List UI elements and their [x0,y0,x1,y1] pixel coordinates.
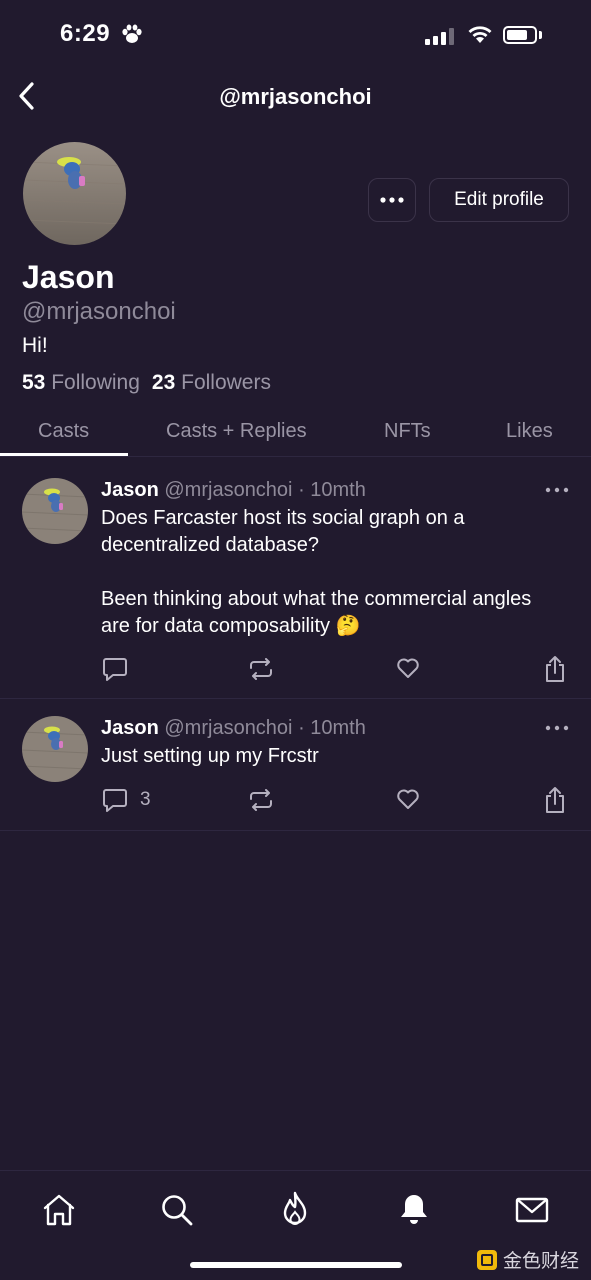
post-more-icon[interactable] [545,725,569,731]
post-text-line: decentralized database? [101,534,319,556]
tab-nfts[interactable]: NFTs [384,420,431,443]
profile-handle: @mrjasonchoi [22,298,176,325]
post-text-line: Just setting up my Frcstr [101,745,319,767]
followers-count: 23 [151,371,176,394]
battery-icon [503,26,537,44]
post-age: · 10mth [298,479,366,501]
following-count: 53 [22,371,46,394]
post-text-line: Been thinking about what the commercial … [101,588,532,610]
follow-stats: 53 Following 23 Followers [22,371,271,395]
tab-casts-replies[interactable]: Casts + Replies [166,420,307,443]
tab-likes[interactable]: Likes [506,420,553,443]
post-body: Does Farcaster host its social graph on … [101,505,571,640]
like-heart-icon[interactable] [396,788,420,810]
page-title: @mrjasonchoi [219,84,372,109]
post-avatar[interactable] [22,478,88,544]
post-avatar[interactable] [22,716,88,782]
battery-nub [539,31,542,39]
post-header: Jason @mrjasonchoi · 10mth [101,717,366,740]
following-link[interactable]: 53 Following [22,371,140,395]
post-body: Just setting up my Frcstr [101,743,571,770]
post-handle: @mrjasonchoi [164,717,293,739]
share-icon[interactable] [543,655,567,683]
nav-divider [0,1170,591,1171]
watermark-logo-icon [477,1249,497,1270]
profile-avatar[interactable] [23,142,126,245]
flame-icon[interactable] [281,1191,309,1227]
post-text-span: are for data composability [101,615,331,637]
active-tab-indicator [0,453,128,456]
recast-icon[interactable] [248,658,274,680]
paw-icon [122,24,142,43]
display-name: Jason [22,259,115,295]
following-label: Following [51,371,140,394]
post-author[interactable]: Jason [101,479,159,501]
home-icon[interactable] [42,1194,76,1226]
post-header: Jason @mrjasonchoi · 10mth [101,479,366,502]
post-age: · 10mth [298,717,366,739]
post-text-line: are for data composability 🤔 [101,613,571,640]
home-indicator [190,1262,402,1268]
more-options-button[interactable] [368,178,416,222]
reply-icon[interactable] [102,656,128,682]
followers-label: Followers [181,371,271,394]
bell-icon[interactable] [398,1192,430,1226]
tabs-divider [0,456,591,457]
watermark: 金色财经 [476,1246,579,1273]
mail-icon[interactable] [515,1197,549,1223]
reply-count: 3 [140,789,151,810]
post-author[interactable]: Jason [101,717,159,739]
edit-profile-button[interactable]: Edit profile [429,178,569,222]
post-divider [0,830,591,831]
reply-icon[interactable] [102,787,128,813]
watermark-text: 金色财经 [503,1250,580,1272]
thinking-emoji: 🤔 [335,615,361,637]
post-handle: @mrjasonchoi [164,479,293,501]
profile-bio: Hi! [22,334,48,357]
share-icon[interactable] [543,786,567,814]
like-heart-icon[interactable] [396,657,420,679]
cellular-signal-icon [425,28,454,45]
status-time: 6:29 [60,20,111,47]
tab-casts[interactable]: Casts [38,420,89,443]
ellipsis-icon [380,197,404,203]
wifi-icon [468,26,492,43]
post-text-line: Does Farcaster host its social graph on … [101,507,465,529]
post-more-icon[interactable] [545,487,569,493]
followers-link[interactable]: 23 Followers [152,371,271,395]
search-icon[interactable] [160,1193,194,1227]
recast-icon[interactable] [248,789,274,811]
post-divider [0,698,591,699]
